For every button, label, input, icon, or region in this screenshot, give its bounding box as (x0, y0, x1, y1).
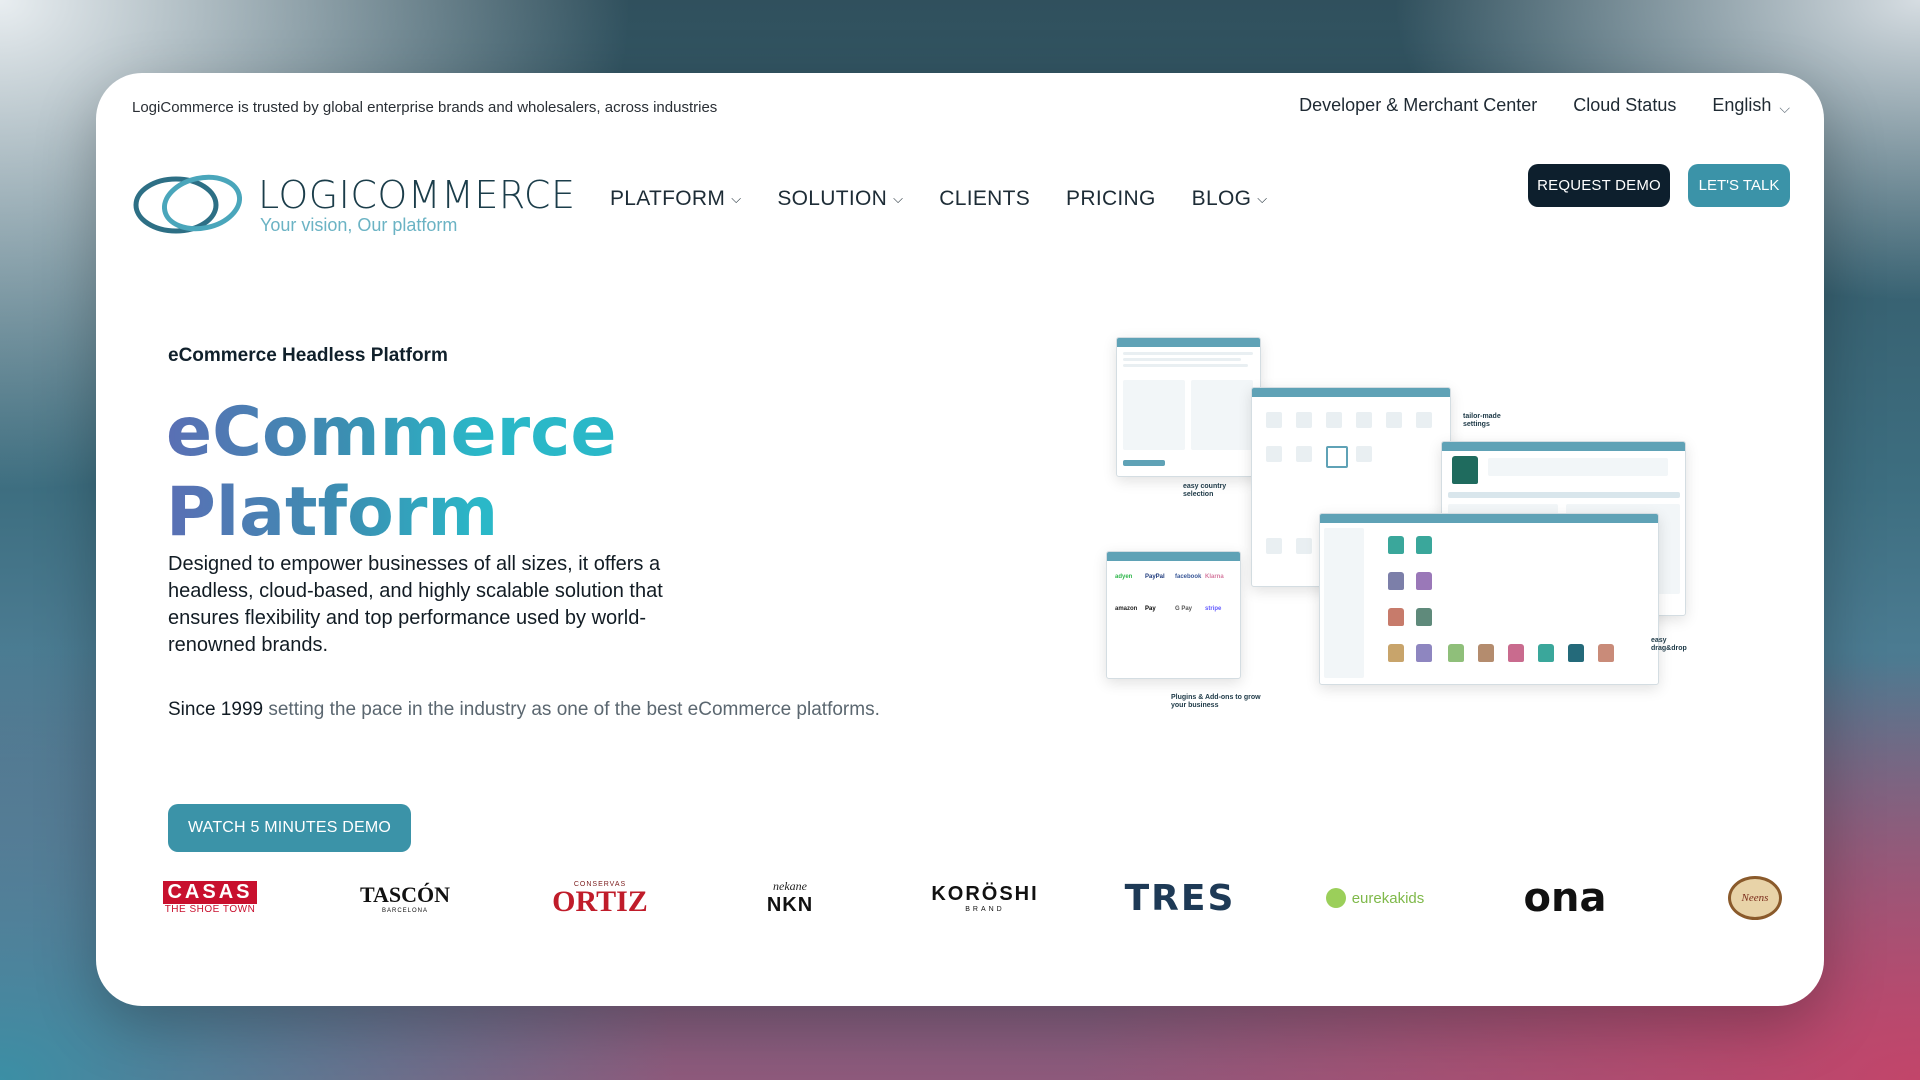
logo-rings-icon (133, 174, 243, 234)
neens-badge-icon: Neens (1728, 876, 1782, 920)
nav-item-solution[interactable]: SOLUTION ⌵ (777, 187, 903, 211)
note-drag-drop: easy drag&drop (1651, 637, 1687, 652)
logo[interactable]: LOGICOMMERCE Your vision, Our platform (132, 169, 575, 239)
logo-ortiz: CONSERVAS ORTIZ (520, 863, 680, 933)
logo-koroshi-sub: BRAND (965, 906, 1005, 913)
payment-label: Pay (1145, 606, 1156, 612)
since-text: setting the pace in the industry as one … (263, 699, 880, 720)
eurekakids-face-icon (1325, 888, 1346, 908)
request-demo-button[interactable]: REQUEST DEMO (1528, 164, 1670, 207)
note-plugins: Plugins & Add-ons to grow your business (1171, 694, 1261, 709)
since-year: Since 1999 (168, 699, 264, 720)
cloud-status-link[interactable]: Cloud Status (1573, 95, 1676, 116)
note-country-selection: easy country selection (1183, 483, 1227, 498)
browser-window: LogiCommerce is trusted by global enterp… (96, 73, 1824, 1006)
payment-label: amazon (1115, 606, 1138, 612)
nav-item-label: CLIENTS (939, 187, 1031, 210)
nav-item-label: SOLUTION (777, 187, 888, 210)
chevron-down-icon: ⌵ (1779, 100, 1790, 116)
hero-headline: eCommerce Platform (166, 393, 617, 553)
logo-casas: CASAS THE SHOE TOWN (140, 863, 280, 933)
top-bar: LogiCommerce is trusted by global enterp… (96, 73, 1824, 143)
nav-item-pricing[interactable]: PRICING (1066, 187, 1156, 211)
logo-neens-name: Neens (1741, 892, 1769, 904)
hero-headline-line2: Platform (166, 473, 499, 552)
nav-item-label: PLATFORM (610, 187, 726, 210)
nav-item-label: PRICING (1066, 187, 1156, 210)
chevron-down-icon: ⌵ (731, 191, 742, 206)
language-label: English (1712, 95, 1772, 115)
client-logos: CASAS THE SHOE TOWN TASCÓN BARCELONA CON… (140, 863, 1796, 933)
developer-merchant-center-link[interactable]: Developer & Merchant Center (1299, 95, 1537, 116)
top-links: Developer & Merchant Center Cloud Status… (1299, 95, 1790, 116)
trust-text: LogiCommerce is trusted by global enterp… (132, 99, 718, 116)
logo-koroshi-name: KORÖSHI (931, 883, 1039, 905)
hero-headline-line1: eCommerce (166, 393, 617, 472)
nav-item-clients[interactable]: CLIENTS (939, 187, 1030, 211)
logo-nkn-name: NKN (766, 894, 814, 916)
logo-tascon: TASCÓN BARCELONA (330, 863, 480, 933)
payment-label: Klarna (1205, 574, 1224, 580)
payment-label: G Pay (1175, 606, 1193, 612)
payment-logos: adyen PayPal facebook Klarna amazon Pay … (1115, 574, 1235, 612)
chevron-down-icon: ⌵ (1257, 191, 1268, 206)
payment-label: PayPal (1145, 574, 1165, 580)
logo-ona: ona (1485, 863, 1645, 933)
platform-screenshot-collage: adyen PayPal facebook Klarna amazon Pay … (1001, 337, 1701, 797)
payment-label: facebook (1175, 574, 1202, 580)
logo-eurekakids: eurekakids (1290, 863, 1460, 933)
product-grid-panel (1319, 513, 1659, 685)
nav-item-blog[interactable]: BLOG ⌵ (1192, 187, 1268, 211)
logo-neens: Neens (1720, 863, 1790, 933)
logo-tascon-sub: BARCELONA (381, 908, 428, 914)
hero-eyebrow: eCommerce Headless Platform (168, 345, 448, 366)
plugins-panel: adyen PayPal facebook Klarna amazon Pay … (1106, 551, 1241, 679)
note-tailor-made: tailor-made settings (1463, 413, 1501, 428)
logo-koroshi: KORÖSHI BRAND (900, 863, 1070, 933)
logo-nkn-script: nekane (773, 879, 807, 893)
logo-nkn: nekane NKN (710, 863, 870, 933)
payment-label: adyen (1115, 574, 1133, 580)
logo-name: LOGICOMMERCE (258, 172, 576, 217)
logo-tascon-name: TASCÓN (359, 882, 451, 907)
logo-tagline: Your vision, Our platform (260, 214, 458, 235)
country-selection-panel (1116, 337, 1261, 477)
chevron-down-icon: ⌵ (893, 191, 904, 206)
nav-item-label: BLOG (1191, 187, 1252, 210)
logo-tres: TRES (1100, 863, 1260, 933)
hero-since: Since 1999 setting the pace in the indus… (168, 696, 928, 723)
hero-description: Designed to empower businesses of all si… (168, 553, 663, 656)
logo-casas-sub: THE SHOE TOWN (164, 904, 256, 915)
payment-label: stripe (1205, 606, 1222, 612)
watch-demo-button[interactable]: WATCH 5 MINUTES DEMO (168, 804, 411, 852)
lets-talk-button[interactable]: LET'S TALK (1688, 164, 1790, 207)
logo-tres-name: TRES (1124, 877, 1236, 919)
logo-ortiz-name: ORTIZ (552, 884, 648, 918)
logo-eurekakids-name: eurekakids (1351, 889, 1425, 907)
logo-casas-name: CASAS (163, 881, 257, 904)
main-nav: PLATFORM ⌵ SOLUTION ⌵ CLIENTS PRICING BL… (610, 187, 1267, 211)
logo-ona-name: ona (1523, 875, 1607, 921)
language-selector[interactable]: English ⌵ (1712, 95, 1790, 116)
nav-item-platform[interactable]: PLATFORM ⌵ (610, 187, 741, 211)
